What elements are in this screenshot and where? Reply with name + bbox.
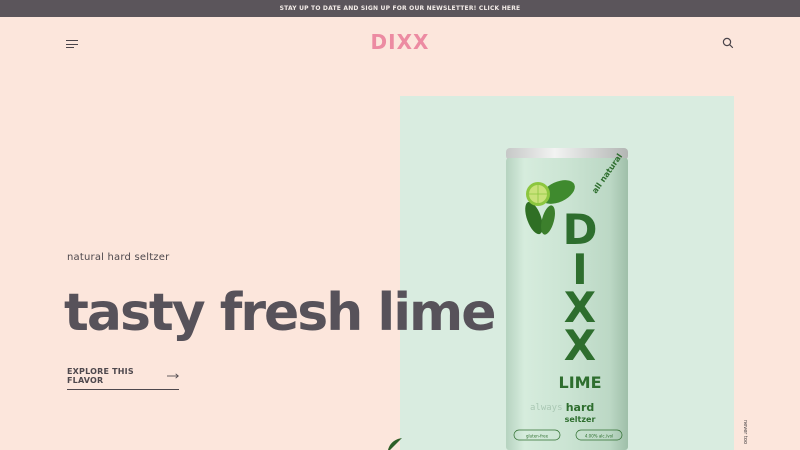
can-line2: seltzer	[565, 415, 596, 424]
explore-flavor-link[interactable]: EXPLORE THIS FLAVOR	[67, 367, 179, 390]
product-can-image: all natural D I X X LIME always hard sel…	[506, 148, 628, 450]
announcement-text[interactable]: STAY UP TO DATE AND SIGN UP FOR OUR NEWS…	[280, 5, 521, 12]
leaf-decoration-icon	[388, 438, 402, 450]
hero-headline: tasty fresh lime	[64, 283, 496, 343]
announcement-bar[interactable]: STAY UP TO DATE AND SIGN UP FOR OUR NEWS…	[0, 0, 800, 17]
side-tagline: never too	[742, 420, 748, 445]
hero-kicker: natural hard seltzer	[67, 252, 170, 263]
can-brand-letter-4: X	[564, 321, 596, 370]
search-icon[interactable]	[722, 37, 734, 49]
can-line1: hard	[566, 401, 595, 414]
can-band-text: always	[530, 403, 563, 413]
explore-flavor-label[interactable]: EXPLORE THIS FLAVOR	[67, 367, 159, 385]
site-header: DIXX	[0, 17, 800, 73]
can-flavor: LIME	[559, 373, 602, 392]
can-badge-right: 4.00% alc./vol	[585, 434, 613, 439]
site-logo[interactable]: DIXX	[0, 30, 800, 54]
can-badge-left: gluten-free	[526, 434, 549, 439]
arrow-right-icon[interactable]	[166, 373, 179, 379]
